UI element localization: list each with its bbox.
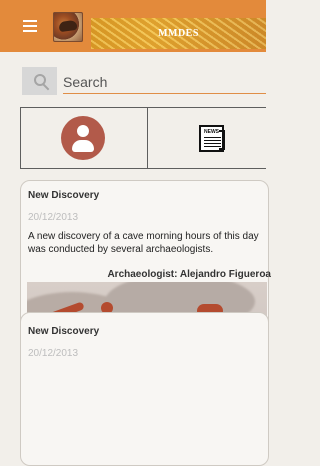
card-date: 20/12/2013 [28,348,79,359]
card-title: New Discovery [28,326,100,337]
menu-bar-line [23,30,37,32]
search-input[interactable] [63,71,266,94]
menu-icon[interactable] [23,20,37,32]
menu-bar-line [23,25,37,27]
cave-painting-logo[interactable] [53,12,83,42]
tab-profile[interactable] [20,108,148,168]
card-author: Archaeologist: Alejandro Figueroa [107,269,271,280]
search-icon-handle [42,83,50,91]
user-head [77,125,89,137]
news-label: NEWS [204,129,219,135]
tab-news[interactable]: NEWS [147,108,266,168]
card-body: A new discovery of a cave morning hours … [28,231,259,255]
news-icon: NEWS [197,123,228,154]
user-circle-icon [61,116,105,160]
card-date: 20/12/2013 [28,212,79,223]
menu-bar-line [23,20,37,22]
category-tabs: NEWS [20,107,266,169]
app-title: MMDES [158,28,199,39]
top-app-bar: MMDES [0,0,266,52]
header-banner: MMDES [91,18,266,49]
user-body [72,140,94,152]
news-side [219,130,225,150]
card-title: New Discovery [28,190,100,201]
search-icon[interactable] [22,67,57,95]
news-card[interactable]: New Discovery 20/12/2013 [20,312,269,466]
